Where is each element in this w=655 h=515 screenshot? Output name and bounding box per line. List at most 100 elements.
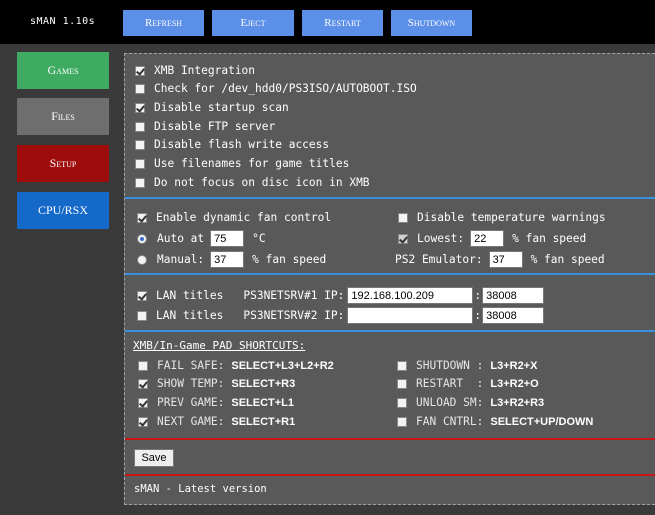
app-brand: sMAN 1.10s [30,16,96,27]
shortcut-next-game[interactable]: NEXT GAME: SELECT+R1 [138,415,295,428]
shortcut-shutdown[interactable]: SHUTDOWN : L3+R2+X [397,359,537,372]
section-separator [125,330,655,332]
checkbox[interactable] [398,233,408,244]
sidebar-games-button[interactable]: Games [17,52,109,89]
shortcuts-title: XMB/In-Game PAD SHORTCUTS: [133,339,306,352]
checkbox[interactable] [135,121,145,132]
refresh-button[interactable]: Refresh [123,10,204,36]
eject-button[interactable]: Eject [212,10,294,36]
shortcut-prev-game[interactable]: PREV GAME: SELECT+L1 [138,396,294,409]
shortcut-combo: SELECT+UP/DOWN [490,415,594,428]
option-label: Disable flash write access [154,138,330,151]
manual-speed-input[interactable] [210,251,245,268]
shortcut-combo: L3+R2+O [490,377,539,390]
option-disable-ftp[interactable]: Disable FTP server [135,120,275,133]
option-disable-temp-warnings[interactable]: Disable temperature warnings [398,211,606,224]
checkbox[interactable] [397,378,407,389]
lowest-unit: % fan speed [512,232,587,245]
shortcut-combo: SELECT+R3 [231,377,296,390]
option-label: Do not focus on disc icon in XMB [154,176,370,189]
section-separator [125,474,655,476]
checkbox[interactable] [137,212,147,223]
top-bar: sMAN 1.10s Refresh Eject Restart Shutdow… [0,0,655,44]
lowest-label: Lowest: [417,232,465,245]
manual-unit: % fan speed [252,253,327,266]
option-auto-fan[interactable]: Auto at °C [137,230,266,247]
sidebar-setup-button[interactable]: Setup [17,145,109,182]
shortcut-restart[interactable]: RESTART : L3+R2+O [397,377,539,390]
option-manual-fan[interactable]: Manual: % fan speed [137,251,326,268]
option-label: Enable dynamic fan control [156,211,332,224]
checkbox[interactable] [135,65,145,76]
shortcut-show-temp[interactable]: SHOW TEMP: SELECT+R3 [138,377,295,390]
auto-temp-input[interactable] [210,230,245,247]
auto-unit: °C [252,232,266,245]
lan-row-1: LAN titles PS3NETSRV#1 IP: : [137,287,545,304]
save-button[interactable]: Save [134,449,174,467]
shortcut-label: UNLOAD SM: [416,396,484,409]
sidebar-files-button[interactable]: Files [17,98,109,135]
option-disable-startup-scan[interactable]: Disable startup scan [135,101,289,114]
shortcut-combo: L3+R2+R3 [490,396,545,409]
option-label: Disable startup scan [154,101,289,114]
shutdown-button[interactable]: Shutdown [391,10,472,36]
option-lowest-fan[interactable]: Lowest: % fan speed [398,230,586,247]
option-no-focus-disc[interactable]: Do not focus on disc icon in XMB [135,176,370,189]
ps2-unit: % fan speed [530,253,605,266]
ps2-speed-input[interactable] [488,251,523,268]
server1-ip-input[interactable] [347,287,474,304]
shortcut-label: FAN CNTRL: [416,415,484,428]
checkbox[interactable] [135,139,145,150]
checkbox[interactable] [135,83,145,94]
checkbox[interactable] [138,378,148,389]
shortcut-unload-sm[interactable]: UNLOAD SM: L3+R2+R3 [397,396,544,409]
checkbox[interactable] [135,177,145,188]
checkbox[interactable] [398,212,408,223]
checkbox[interactable] [135,102,145,113]
section-separator [125,438,655,440]
checkbox[interactable] [397,397,407,408]
option-dynamic-fan[interactable]: Enable dynamic fan control [137,211,331,224]
shortcut-label: RESTART : [416,377,484,390]
server2-port-input[interactable] [482,307,545,324]
radio-button[interactable] [137,254,147,265]
manual-label: Manual: [157,253,205,266]
shortcut-combo: L3+R2+X [490,359,538,372]
option-check-autoboot[interactable]: Check for /dev_hdd0/PS3ISO/AUTOBOOT.ISO [135,82,417,95]
footer-version: sMAN - Latest version [134,483,267,495]
sidebar-cpu-rsx-button[interactable]: CPU/RSX [17,192,109,229]
checkbox[interactable] [397,416,407,427]
checkbox[interactable] [138,416,148,427]
shortcut-label: SHOW TEMP: [157,377,225,390]
checkbox[interactable] [137,290,147,301]
option-label: Check for /dev_hdd0/PS3ISO/AUTOBOOT.ISO [154,82,417,95]
lan-row-2: LAN titles PS3NETSRV#2 IP: : [137,307,545,324]
option-disable-flash-write[interactable]: Disable flash write access [135,138,329,151]
lan-label: LAN titles [156,289,224,302]
server1-port-input[interactable] [482,287,545,304]
lowest-speed-input[interactable] [470,230,505,247]
option-xmb-integration[interactable]: XMB Integration [135,64,255,77]
setup-panel: XMB Integration Check for /dev_hdd0/PS3I… [124,53,655,505]
ps2-label: PS2 Emulator: [395,253,483,266]
port-separator: : [474,289,482,302]
option-label: Use filenames for game titles [154,157,350,170]
ps2-emulator-fan: PS2 Emulator: % fan speed [395,251,605,268]
shortcut-fail-safe[interactable]: FAIL SAFE: SELECT+L3+L2+R2 [138,359,334,372]
checkbox[interactable] [137,310,147,321]
checkbox[interactable] [135,158,145,169]
section-separator [125,273,655,275]
restart-button[interactable]: Restart [302,10,383,36]
server-label: PS3NETSRV#2 IP: [243,309,345,322]
shortcut-fan-control[interactable]: FAN CNTRL: SELECT+UP/DOWN [397,415,593,428]
shortcut-label: FAIL SAFE: [157,359,225,372]
radio-button[interactable] [137,233,147,244]
server2-ip-input[interactable] [347,307,474,324]
checkbox[interactable] [138,397,148,408]
checkbox[interactable] [397,360,407,371]
lan-label: LAN titles [156,309,224,322]
checkbox[interactable] [138,360,148,371]
option-use-filenames[interactable]: Use filenames for game titles [135,157,349,170]
shortcut-label: PREV GAME: [157,396,225,409]
option-label: XMB Integration [154,64,256,77]
